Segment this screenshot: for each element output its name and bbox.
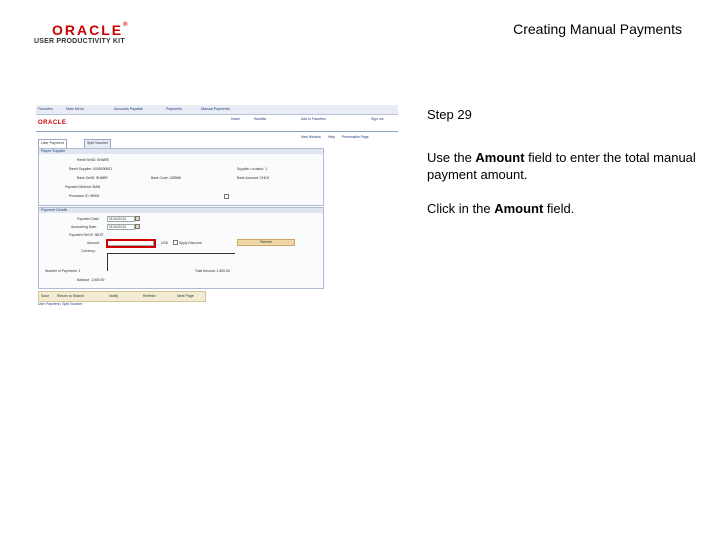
amount-highlight [106,239,156,248]
apply-discount-label: Apply Discount [179,241,202,245]
notify-button[interactable]: Notify [109,294,118,298]
bank-setid-label: Bank SetID: SHARE [77,176,108,180]
link-home[interactable]: Home [231,117,240,121]
amount-label: Amount: [87,241,100,245]
calendar-icon[interactable] [135,216,140,221]
supplier-location-label: Supplier Location: 1 [237,167,267,171]
currency-code: USD [161,241,169,245]
apply-discount-checkbox[interactable] [173,240,178,245]
nav-main-menu[interactable]: Main Menu [66,107,84,111]
refresh-button[interactable]: Refresh [237,239,295,246]
next-page-button[interactable]: Next Page [177,294,194,298]
remit-supplier-label: Remit Supplier: 0000000001 [69,167,112,171]
bank-account-label: Bank Account: CHCK [237,176,270,180]
instruction-text: Use the Amount field to enter the total … [427,150,696,182]
nav-payments[interactable]: Payments [166,107,182,111]
page-title: Creating Manual Payments [513,21,682,37]
total-amount-label: Total Amount: 1,500.00 [195,269,230,273]
status-links: User Payment | Split Voucher [38,302,83,306]
calendar-icon[interactable] [135,224,140,229]
remit-setid-label: Remit SetID: SHARE [77,158,109,162]
payment-method-label: Payment Method: MAN [65,185,101,189]
brand-row [36,115,398,129]
step-title: Step 29 [427,107,472,122]
nav-manual-payments[interactable]: Manual Payments [201,107,230,111]
payment-section-title: Payment Details [39,208,323,213]
payment-date-label: Payment Date: [77,217,100,221]
logo-subtitle: USER PRODUCTIVITY KIT [34,38,125,45]
link-new-window[interactable]: New Window [301,135,321,139]
checkbox[interactable] [224,194,229,199]
payment-date-value: 01/01/2010 [109,217,126,221]
payee-supplier-panel: Payee Supplier Remit SetID: SHARE Remit … [38,148,324,206]
currency-label: Currency: [81,249,96,253]
bank-code-label: Bank Code: USBNK [151,176,182,180]
amount-emphasis: Amount [494,201,544,216]
balance-label: Balance: 1,500.00 [77,278,105,282]
nav-favorites[interactable]: Favorites [38,107,53,111]
divider [107,253,108,271]
link-worklist[interactable]: Worklist [254,117,266,121]
number-payments-label: Number of Payments: 1 [45,269,81,273]
top-navigation-bar: Favorites Main Menu Accounts Payable Pay… [36,105,398,115]
divider [107,253,235,254]
link-help[interactable]: Help [328,135,335,139]
amount-emphasis: Amount [475,150,525,165]
nav-accounts-payable[interactable]: Accounts Payable [114,107,143,111]
oracle-logo: ORACLE® [52,22,128,38]
processor-id-label: Processor ID: MN01 [69,194,100,198]
return-to-search-button[interactable]: Return to Search [57,294,84,298]
payment-details-panel: Payment Details Payment Date: 01/01/2010… [38,207,324,289]
app-oracle-logo: ORACLE [38,120,67,126]
link-add-favorites[interactable]: Add to Favorites [301,117,326,121]
accounting-date-label: Accounting Date: [71,225,97,229]
payment-ref-label: Payment Ref ID: NEXT [69,233,104,237]
accounting-date-value: 01/01/2010 [109,225,126,229]
link-sign-out[interactable]: Sign out [371,117,383,121]
application-screenshot: Favorites Main Menu Accounts Payable Pay… [36,105,398,317]
link-personalize-page[interactable]: Personalize Page [342,135,369,139]
bottom-toolbar: Save Return to Search Notify Refresh Nex… [38,291,206,302]
refresh-toolbar-button[interactable]: Refresh [143,294,156,298]
header-rule [36,131,398,132]
save-button[interactable]: Save [41,294,49,298]
action-text: Click in the Amount field. [427,201,575,216]
payee-section-title: Payee Supplier [39,149,323,154]
